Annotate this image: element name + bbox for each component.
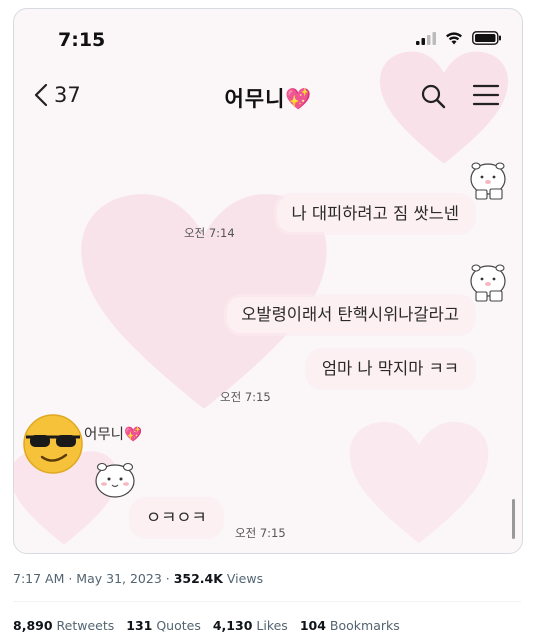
views-count: 352.4K	[173, 571, 223, 586]
tweet-timestamp[interactable]: 7:17 AM · May 31, 2023 ·	[13, 571, 174, 586]
divider	[13, 601, 521, 602]
tweet-meta: 7:17 AM · May 31, 2023 · 352.4K Views	[13, 571, 263, 586]
battery-icon	[472, 31, 501, 45]
scrollbar[interactable]	[512, 499, 515, 539]
menu-icon[interactable]	[472, 83, 500, 107]
chat-screenshot: 7:15 37 어무니💖 나 대피하려고 짐 쌋느넨 오전 7:14 오발령이래…	[13, 8, 523, 554]
message-time-2: 오전 7:15	[220, 390, 271, 404]
message-bubble-received[interactable]: ㅇㅋㅇㅋ	[132, 500, 221, 536]
signal-icon	[416, 31, 436, 45]
my-profile-sticker-2[interactable]	[466, 259, 510, 309]
hamster-sticker-icon	[95, 462, 135, 498]
hamster-character-icon	[470, 264, 506, 302]
likes-count: 4,130	[212, 618, 253, 633]
my-profile-sticker-1[interactable]	[466, 157, 510, 207]
sparkling-heart-icon: 💖	[285, 87, 312, 111]
bookmarks-stat[interactable]: 104 Bookmarks	[300, 618, 400, 633]
bookmarks-count: 104	[299, 618, 326, 633]
received-sticker[interactable]	[92, 457, 138, 505]
views-label: Views	[222, 571, 264, 586]
background-heart-bottom-right	[349, 421, 489, 544]
quotes-count: 131	[126, 618, 153, 633]
search-icon[interactable]	[420, 83, 446, 109]
sender-avatar[interactable]	[22, 413, 84, 479]
chat-title-text: 어무니	[224, 87, 286, 111]
retweets-label: Retweets	[56, 618, 115, 633]
tweet-stats: 8,890 Retweets 131 Quotes 4,130 Likes 10…	[13, 618, 400, 633]
status-icons	[416, 31, 502, 45]
message-bubble-mine-3[interactable]: 엄마 나 막지마 ㅋㅋ	[307, 351, 473, 387]
message-bubble-mine-1[interactable]: 나 대피하려고 짐 쌋느넨	[277, 196, 473, 232]
bookmarks-label: Bookmarks	[329, 618, 400, 633]
likes-stat[interactable]: 4,130 Likes	[213, 618, 288, 633]
message-time-1: 오전 7:14	[184, 226, 235, 240]
hamster-character-icon	[470, 162, 506, 200]
message-bubble-mine-2[interactable]: 오발령이래서 탄핵시위나갈라고	[227, 297, 473, 333]
retweets-count: 8,890	[13, 618, 53, 633]
quotes-label: Quotes	[156, 618, 201, 633]
sender-name: 어무니💖	[84, 427, 143, 443]
message-time-3: 오전 7:15	[235, 526, 286, 540]
sunglasses-face-icon	[23, 414, 83, 474]
wifi-icon	[446, 32, 462, 45]
header-actions	[420, 83, 500, 109]
status-bar: 7:15	[14, 9, 522, 69]
quotes-stat[interactable]: 131 Quotes	[126, 618, 201, 633]
likes-label: Likes	[256, 618, 288, 633]
chat-header: 37 어무니💖	[14, 75, 522, 119]
status-time: 7:15	[58, 29, 106, 51]
retweets-stat[interactable]: 8,890 Retweets	[13, 618, 114, 633]
